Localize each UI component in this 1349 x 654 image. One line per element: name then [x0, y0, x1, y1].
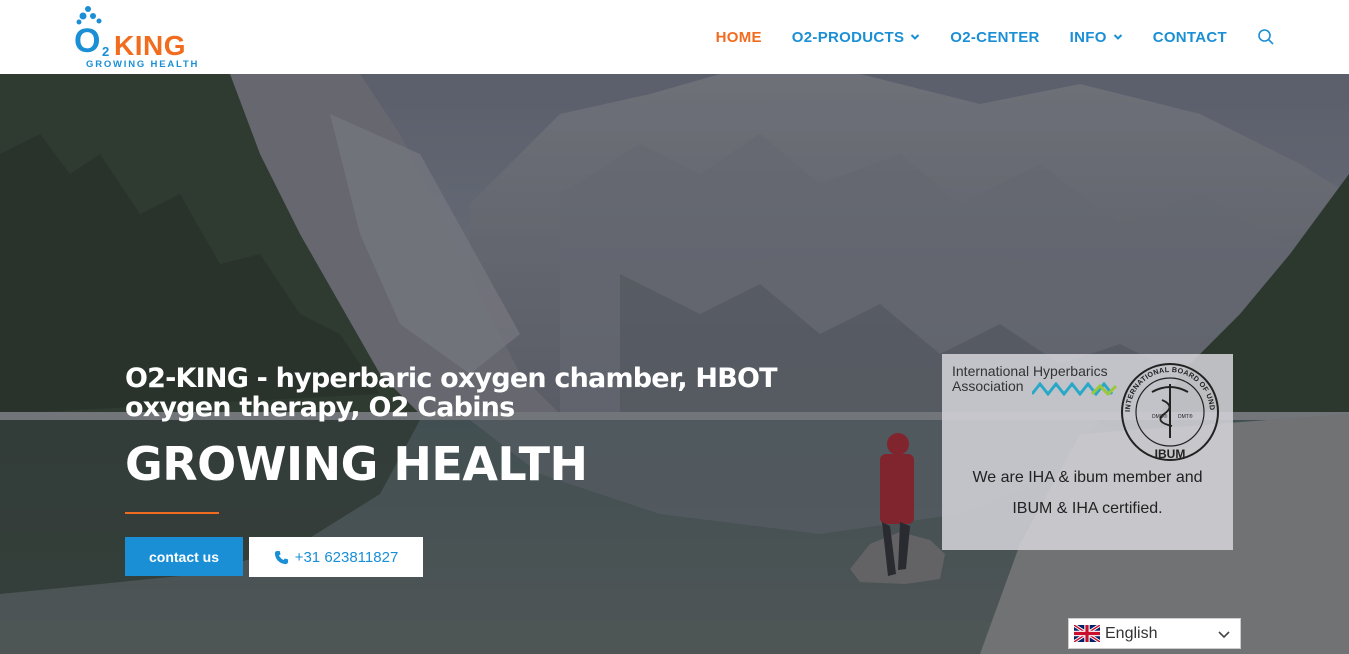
hero-text: O2-KING - hyperbaric oxygen chamber, HBO…	[125, 364, 885, 514]
language-selector[interactable]: English	[1068, 618, 1241, 649]
nav-info[interactable]: INFO	[1070, 29, 1123, 46]
hero-buttons: contact us +31 623811827	[125, 537, 423, 577]
contact-us-button[interactable]: contact us	[125, 537, 243, 576]
logo-two: 2	[102, 44, 110, 59]
logo-tagline: GROWING HEALTH	[86, 59, 200, 70]
hero-divider	[125, 512, 219, 514]
logo-o: O	[74, 22, 100, 60]
certification-text: We are IHA & ibum member and IBUM & IHA …	[942, 462, 1233, 524]
site-header: O 2 KING GROWING HEALTH HOME O2-PRODUCTS…	[0, 0, 1349, 74]
phone-icon	[274, 550, 288, 564]
iha-logo: International Hyperbarics Association	[952, 364, 1122, 404]
hero-headline: GROWING HEALTH	[125, 437, 588, 491]
search-icon[interactable]	[1257, 28, 1275, 46]
chevron-down-icon	[1113, 34, 1122, 40]
nav-contact-label: CONTACT	[1152, 28, 1227, 46]
nav-home-label: HOME	[715, 28, 762, 46]
certification-line2: IBUM & IHA certified.	[1012, 500, 1163, 517]
phone-button-label: +31 623811827	[294, 548, 399, 566]
main-nav: HOME O2-PRODUCTS O2-CENTER INFO CONTACT	[686, 0, 1275, 74]
phone-button[interactable]: +31 623811827	[249, 537, 423, 577]
ibum-seal-text: INTERNATIONAL BOARD OF UNDERSEA MEDICINE	[1116, 360, 1217, 412]
nav-o2-center-label: O2-CENTER	[950, 28, 1040, 46]
ibum-seal-left: DMO®	[1152, 413, 1168, 420]
ibum-label: IBUM	[1155, 447, 1186, 461]
hero-subtitle: O2-KING - hyperbaric oxygen chamber, HBO…	[125, 363, 778, 423]
language-label: English	[1105, 624, 1158, 642]
chevron-down-icon	[1218, 631, 1230, 639]
nav-o2-products-label: O2-PRODUCTS	[791, 28, 905, 46]
nav-o2-center[interactable]: O2-CENTER	[950, 29, 1039, 46]
site-logo[interactable]: O 2 KING GROWING HEALTH	[74, 4, 210, 70]
logo-king: KING	[114, 30, 186, 61]
nav-home[interactable]: HOME	[716, 29, 762, 46]
uk-flag-icon	[1074, 625, 1100, 642]
nav-o2-products[interactable]: O2-PRODUCTS	[792, 29, 920, 46]
svg-text:INTERNATIONAL BOARD OF UNDERSE: INTERNATIONAL BOARD OF UNDERSEA MEDICINE	[1116, 360, 1217, 412]
iha-name-line1: International Hyperbarics	[952, 363, 1108, 379]
ibum-seal-icon: INTERNATIONAL BOARD OF UNDERSEA MEDICINE…	[1116, 360, 1219, 461]
nav-contact[interactable]: CONTACT	[1153, 29, 1227, 46]
certification-box: International Hyperbarics Association IN…	[942, 354, 1233, 550]
iha-wave-icon	[1032, 382, 1118, 396]
nav-info-label: INFO	[1069, 28, 1107, 46]
certification-line1: We are IHA & ibum member and	[972, 469, 1203, 486]
ibum-seal-right: DMT®	[1178, 413, 1193, 420]
chevron-down-icon	[911, 34, 920, 40]
hero-section: O2-KING - hyperbaric oxygen chamber, HBO…	[0, 74, 1349, 654]
